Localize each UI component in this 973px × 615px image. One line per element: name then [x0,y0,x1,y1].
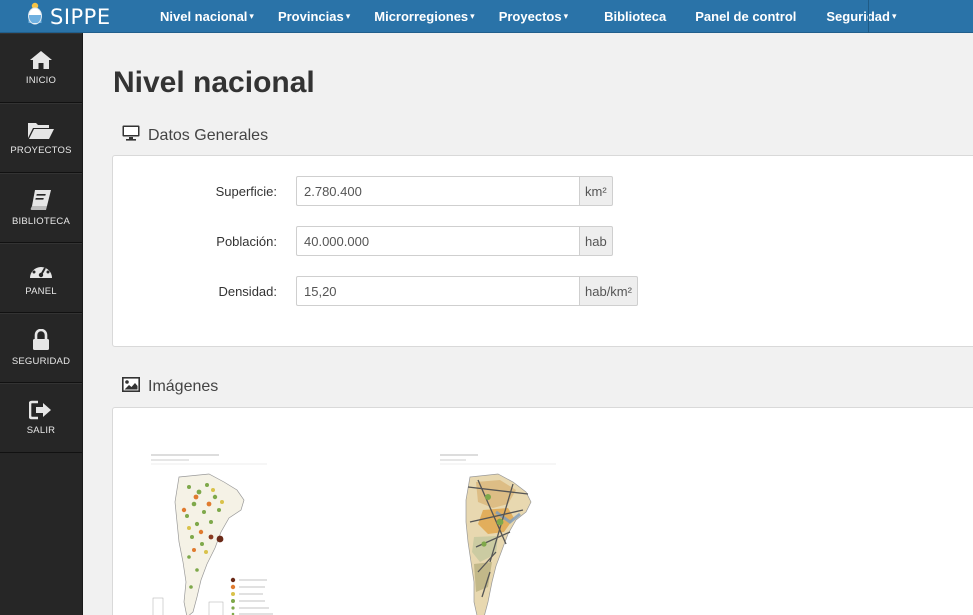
nav-proyectos[interactable]: Proyectos ▾ [487,0,580,33]
main-nav: Nivel nacional ▾ Provincias ▾ Microrregion… [148,0,904,33]
book-icon [29,189,53,211]
field-row-densidad: Densidad: hab/km² [113,276,638,306]
sidebar-item-label: INICIO [25,75,57,86]
brand[interactable]: SIPPE [26,0,111,33]
nav-microrregiones[interactable]: Microrregiones ▾ [362,0,486,33]
caret-down-icon: ▾ [563,11,569,21]
top-navbar: SIPPE Nivel nacional ▾ Provincias ▾ Micror… [0,0,973,33]
imagenes-panel [112,407,973,615]
densidad-label: Densidad: [218,283,277,299]
nav-nivel-nacional[interactable]: Nivel nacional ▾ [148,0,266,33]
section-title: Datos Generales [148,126,269,144]
sidebar-item-label: SEGURIDAD [11,356,71,367]
home-icon [29,50,53,70]
field-row-poblacion: Población: hab [113,226,613,256]
sidebar-item-label: SALIR [26,425,56,436]
section-title: Imágenes [148,378,219,395]
caret-down-icon: ▾ [345,11,351,21]
sidebar-item-seguridad[interactable]: SEGURIDAD [0,313,82,383]
nav-seguridad[interactable]: Seguridad ▾ [811,0,904,33]
folder-open-icon [27,120,55,140]
sidebar-item-label: BIBLIOTECA [12,216,70,227]
field-row-superficie: Superficie: km² [113,176,613,206]
poblacion-input[interactable] [296,226,580,256]
section-heading-datos-generales: Datos Generales [122,125,268,146]
sidebar-item-biblioteca[interactable]: BIBLIOTECA [0,173,82,243]
lock-icon [32,329,50,351]
sidebar-item-label: PROYECTOS [10,145,72,156]
section-heading-imagenes: Imágenes [122,377,218,397]
superficie-input[interactable] [296,176,580,206]
map-thumbnail-2[interactable] [438,452,568,615]
sidebar-item-label: PANEL [25,286,57,297]
caret-down-icon: ▾ [891,11,897,21]
sidebar-item-panel[interactable]: PANEL [0,243,82,313]
caret-down-icon: ▾ [470,11,475,21]
superficie-unit: km² [580,176,613,206]
image-icon [122,377,140,397]
sidebar-item-inicio[interactable]: INICIO [0,33,82,103]
sidebar: INICIO PROYECTOS BIBLIOTECA PANEL SEGURI… [0,33,83,615]
map-thumbnail-1[interactable] [149,452,279,615]
page-title: Nivel nacional [113,66,315,99]
nav-biblioteca[interactable]: Biblioteca [580,0,680,33]
sign-out-icon [29,400,53,420]
monitor-icon [122,125,140,146]
nav-provincias[interactable]: Provincias ▾ [266,0,362,33]
superficie-label: Superficie: [215,183,277,199]
poblacion-label: Población: [216,233,277,249]
densidad-input[interactable] [296,276,580,306]
brand-title: SIPPE [50,4,111,29]
caret-down-icon: ▾ [249,11,254,21]
nav-panel-de-control[interactable]: Panel de control [680,0,811,33]
sidebar-item-proyectos[interactable]: PROYECTOS [0,103,82,173]
sidebar-item-salir[interactable]: SALIR [0,383,82,453]
densidad-unit: hab/km² [580,276,638,306]
dashboard-icon [28,259,54,281]
nav-divider [868,0,869,33]
coat-of-arms-logo [26,2,44,31]
poblacion-unit: hab [580,226,613,256]
datos-generales-panel: Superficie: km² Población: hab Densidad:… [112,155,973,347]
